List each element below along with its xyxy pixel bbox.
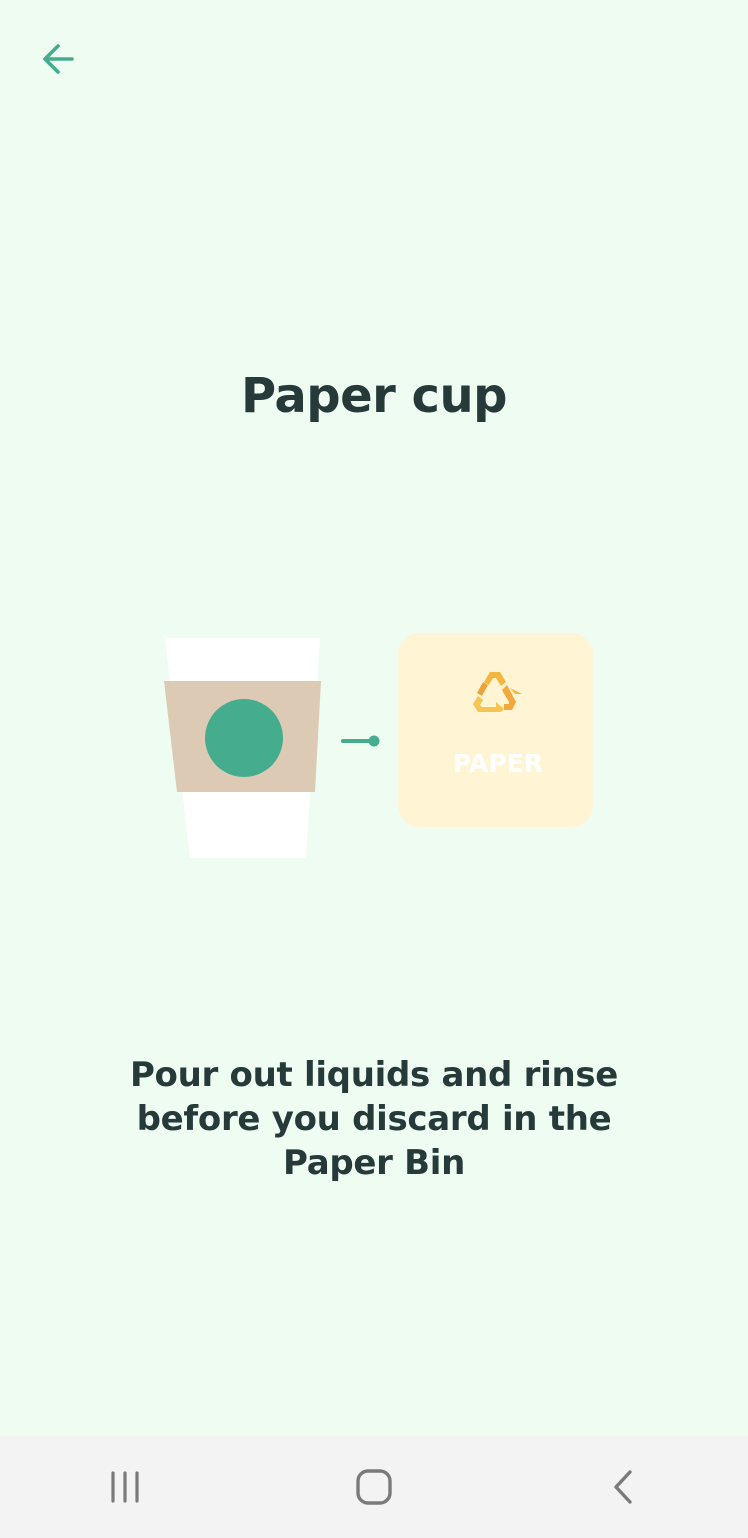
chevron-left-icon <box>614 1470 633 1504</box>
arrow-connector-icon <box>341 735 380 747</box>
screen: Paper cup PAPER Pour out liquids and rin… <box>0 0 748 1538</box>
paper-bin: PAPER <box>398 633 593 827</box>
arrow-left-icon <box>43 44 74 74</box>
recents-icon <box>111 1471 139 1503</box>
paper-cup-icon <box>164 638 321 858</box>
home-button[interactable] <box>334 1447 414 1527</box>
instruction-text: Pour out liquids and rinse before you di… <box>129 1055 619 1183</box>
system-navigation-bar <box>0 1436 748 1538</box>
bin-label: PAPER <box>453 749 543 778</box>
home-icon <box>356 1469 392 1505</box>
recents-button[interactable] <box>85 1447 165 1527</box>
back-button[interactable] <box>30 32 86 88</box>
disposal-illustration: PAPER <box>164 633 593 858</box>
page-title: Paper cup <box>240 368 508 424</box>
system-back-button[interactable] <box>583 1447 663 1527</box>
